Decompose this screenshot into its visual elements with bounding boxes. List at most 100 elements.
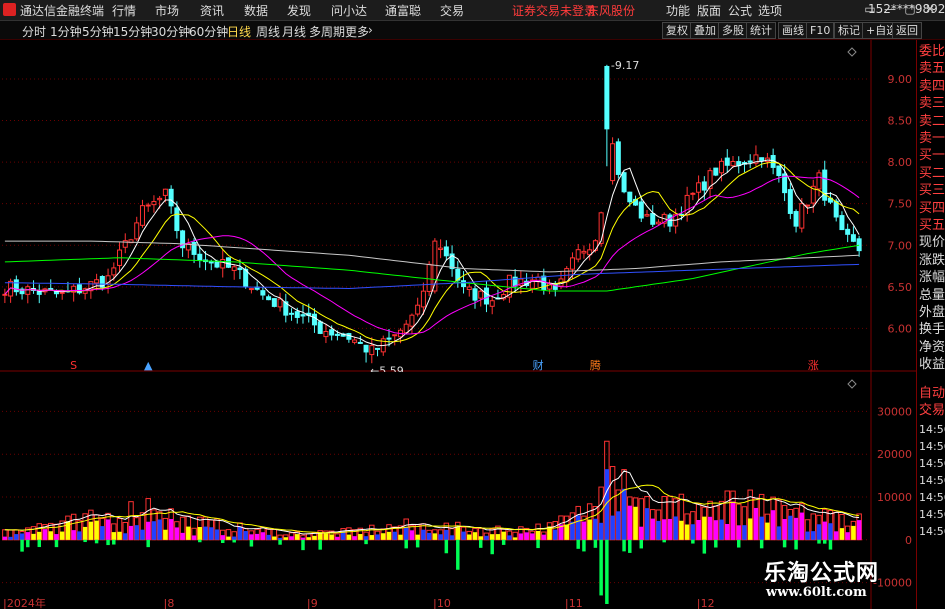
side-field2-0: 自动 — [919, 386, 945, 401]
period-tab-3[interactable]: 15分钟 — [113, 23, 152, 40]
period-tab-1[interactable]: 1分钟 — [50, 23, 82, 40]
restore-icon[interactable]: ▭ — [863, 2, 877, 16]
more-chevron-icon[interactable]: › — [368, 23, 373, 37]
price-annotation-0: -9.17 — [611, 59, 639, 72]
period-tab-0[interactable]: 分时 — [22, 23, 46, 40]
period-tab-5[interactable]: 60分钟 — [189, 23, 228, 40]
side-time-2: 14:56 — [919, 457, 945, 470]
price-y-tick-3: 7.50 — [888, 198, 913, 211]
side-time-0: 14:56 — [919, 423, 945, 436]
side-field-14: 总量 — [919, 287, 945, 303]
event-marker-2[interactable]: 财 — [533, 358, 544, 372]
side-field-0: 委比 — [919, 44, 945, 59]
price-annotation-1: ←5.59 — [370, 365, 404, 372]
side-field-15: 外盘 — [919, 305, 945, 320]
minimize-icon[interactable]: — — [883, 2, 897, 16]
period-tab-9[interactable]: 多周期 — [309, 23, 345, 40]
side-field-13: 涨幅 — [919, 270, 945, 286]
tool-button-2[interactable]: 多股 — [718, 22, 748, 39]
price-y-tick-4: 8.00 — [888, 156, 913, 169]
app-title: 通达信金融终端 — [20, 4, 105, 18]
event-marker-0[interactable]: S — [70, 359, 77, 372]
right-menu-item-1[interactable]: 版面 — [697, 2, 721, 19]
side-field-16: 换手 — [919, 322, 945, 338]
side-time-6: 14:56 — [919, 525, 945, 538]
watermark-url: www.60lt.com — [766, 585, 867, 600]
x-tick-label-0: 2024年 — [7, 596, 46, 609]
tool-button-5[interactable]: F10 — [806, 22, 835, 39]
maximize-icon[interactable]: ▢ — [903, 2, 917, 16]
tool-button-4[interactable]: 画线 — [778, 22, 808, 39]
tool-button-6[interactable]: 标记 — [834, 22, 864, 39]
period-tab-4[interactable]: 30分钟 — [151, 23, 190, 40]
tool-button-8[interactable]: 返回 — [892, 22, 922, 39]
watermark: 乐淘公式网 www.60lt.com — [760, 553, 914, 609]
menu-item-0[interactable]: 行情 — [112, 2, 136, 19]
indicator-y-tick-4: 30000 — [877, 405, 912, 418]
indicator-bar-3 — [19, 530, 25, 552]
side-field-3: 卖三 — [919, 96, 945, 112]
price-y-tick-6: 9.00 — [888, 73, 913, 86]
price-y-tick-2: 7.00 — [888, 239, 913, 252]
candle-39 — [225, 257, 231, 269]
trade-login-warning[interactable]: 证券交易未登录 — [512, 2, 596, 19]
watermark-text: 乐淘公式网 — [764, 561, 880, 586]
x-tick-label-4: 11 — [569, 597, 583, 609]
side-field-2: 卖四 — [919, 78, 945, 94]
side-field2-1: 交易 — [919, 403, 945, 418]
right-menu-item-3[interactable]: 选项 — [758, 2, 782, 19]
period-toolbar: 分时 1分钟 5分钟 15分钟 30分钟 60分钟 日线 周线 月线 多周期 更多 › 复权 叠加 多股 统计… — [0, 21, 945, 40]
candle-124 — [713, 167, 719, 177]
side-field-4: 卖二 — [919, 113, 945, 129]
side-field-7: 买二 — [919, 165, 945, 181]
menu-item-3[interactable]: 数据 — [244, 2, 268, 19]
menu-item-5[interactable]: 问小达 — [331, 2, 367, 19]
tool-button-0[interactable]: 复权 — [662, 22, 692, 39]
side-field-6: 买一 — [919, 148, 945, 164]
side-time-4: 14:56 — [919, 491, 945, 504]
period-tab-7[interactable]: 周线 — [256, 23, 280, 40]
tool-button-3[interactable]: 统计 — [746, 22, 776, 39]
menu-item-4[interactable]: 发现 — [287, 2, 311, 19]
stock-name-label: 东风股份 — [587, 4, 636, 18]
right-menu-item-2[interactable]: 公式 — [728, 2, 752, 19]
event-marker-3[interactable]: 腾 — [590, 358, 601, 372]
x-tick-label-1: 8 — [167, 597, 174, 609]
side-time-5: 14:56 — [919, 508, 945, 521]
price-y-tick-5: 8.50 — [888, 115, 913, 128]
indicator-y-tick-1: 0 — [905, 534, 912, 547]
period-tab-10[interactable]: 更多 — [345, 23, 369, 40]
candle-47 — [271, 298, 277, 308]
x-tick-label-3: 10 — [437, 597, 451, 609]
indicator-y-tick-2: 10000 — [877, 491, 912, 504]
event-marker-1[interactable]: ▲ — [144, 359, 153, 372]
side-field-11: 现价 — [919, 235, 945, 251]
app-logo-icon — [3, 3, 16, 16]
price-chart[interactable]: 6.00 6.50 7.00 7.50 8.00 8.50 9.00 -9.17 ←5.59 S ▲… — [0, 40, 916, 372]
period-tab-8[interactable]: 月线 — [282, 23, 306, 40]
indicator-y-tick-3: 20000 — [877, 448, 912, 461]
event-marker-4[interactable]: 涨 — [808, 359, 819, 372]
side-time-1: 14:56 — [919, 440, 945, 453]
period-tab-6[interactable]: 日线 — [227, 23, 251, 40]
period-tab-2[interactable]: 5分钟 — [82, 23, 114, 40]
menu-item-6[interactable]: 通富聪 — [385, 2, 421, 19]
close-icon[interactable]: ✕ — [923, 2, 937, 16]
menu-item-1[interactable]: 市场 — [155, 2, 179, 19]
menu-item-2[interactable]: 资讯 — [200, 2, 224, 19]
price-y-tick-1: 6.50 — [888, 281, 913, 294]
side-field-5: 卖一 — [919, 131, 945, 146]
menu-item-7[interactable]: 交易 — [440, 2, 464, 19]
right-menu-item-0[interactable]: 功能 — [666, 2, 690, 19]
price-y-tick-0: 6.00 — [888, 322, 913, 335]
tool-button-1[interactable]: 叠加 — [690, 22, 720, 39]
side-field-12: 涨跌 — [919, 252, 945, 268]
side-field-18: 收益 — [919, 357, 945, 373]
x-tick-label-2: 9 — [311, 597, 318, 609]
candle-106 — [610, 137, 616, 185]
price-chart-bg — [0, 40, 916, 372]
x-tick-label-5: 12 — [701, 597, 715, 609]
candle-108 — [621, 171, 627, 194]
side-time-3: 14:56 — [919, 474, 945, 487]
candle-107 — [615, 138, 621, 179]
